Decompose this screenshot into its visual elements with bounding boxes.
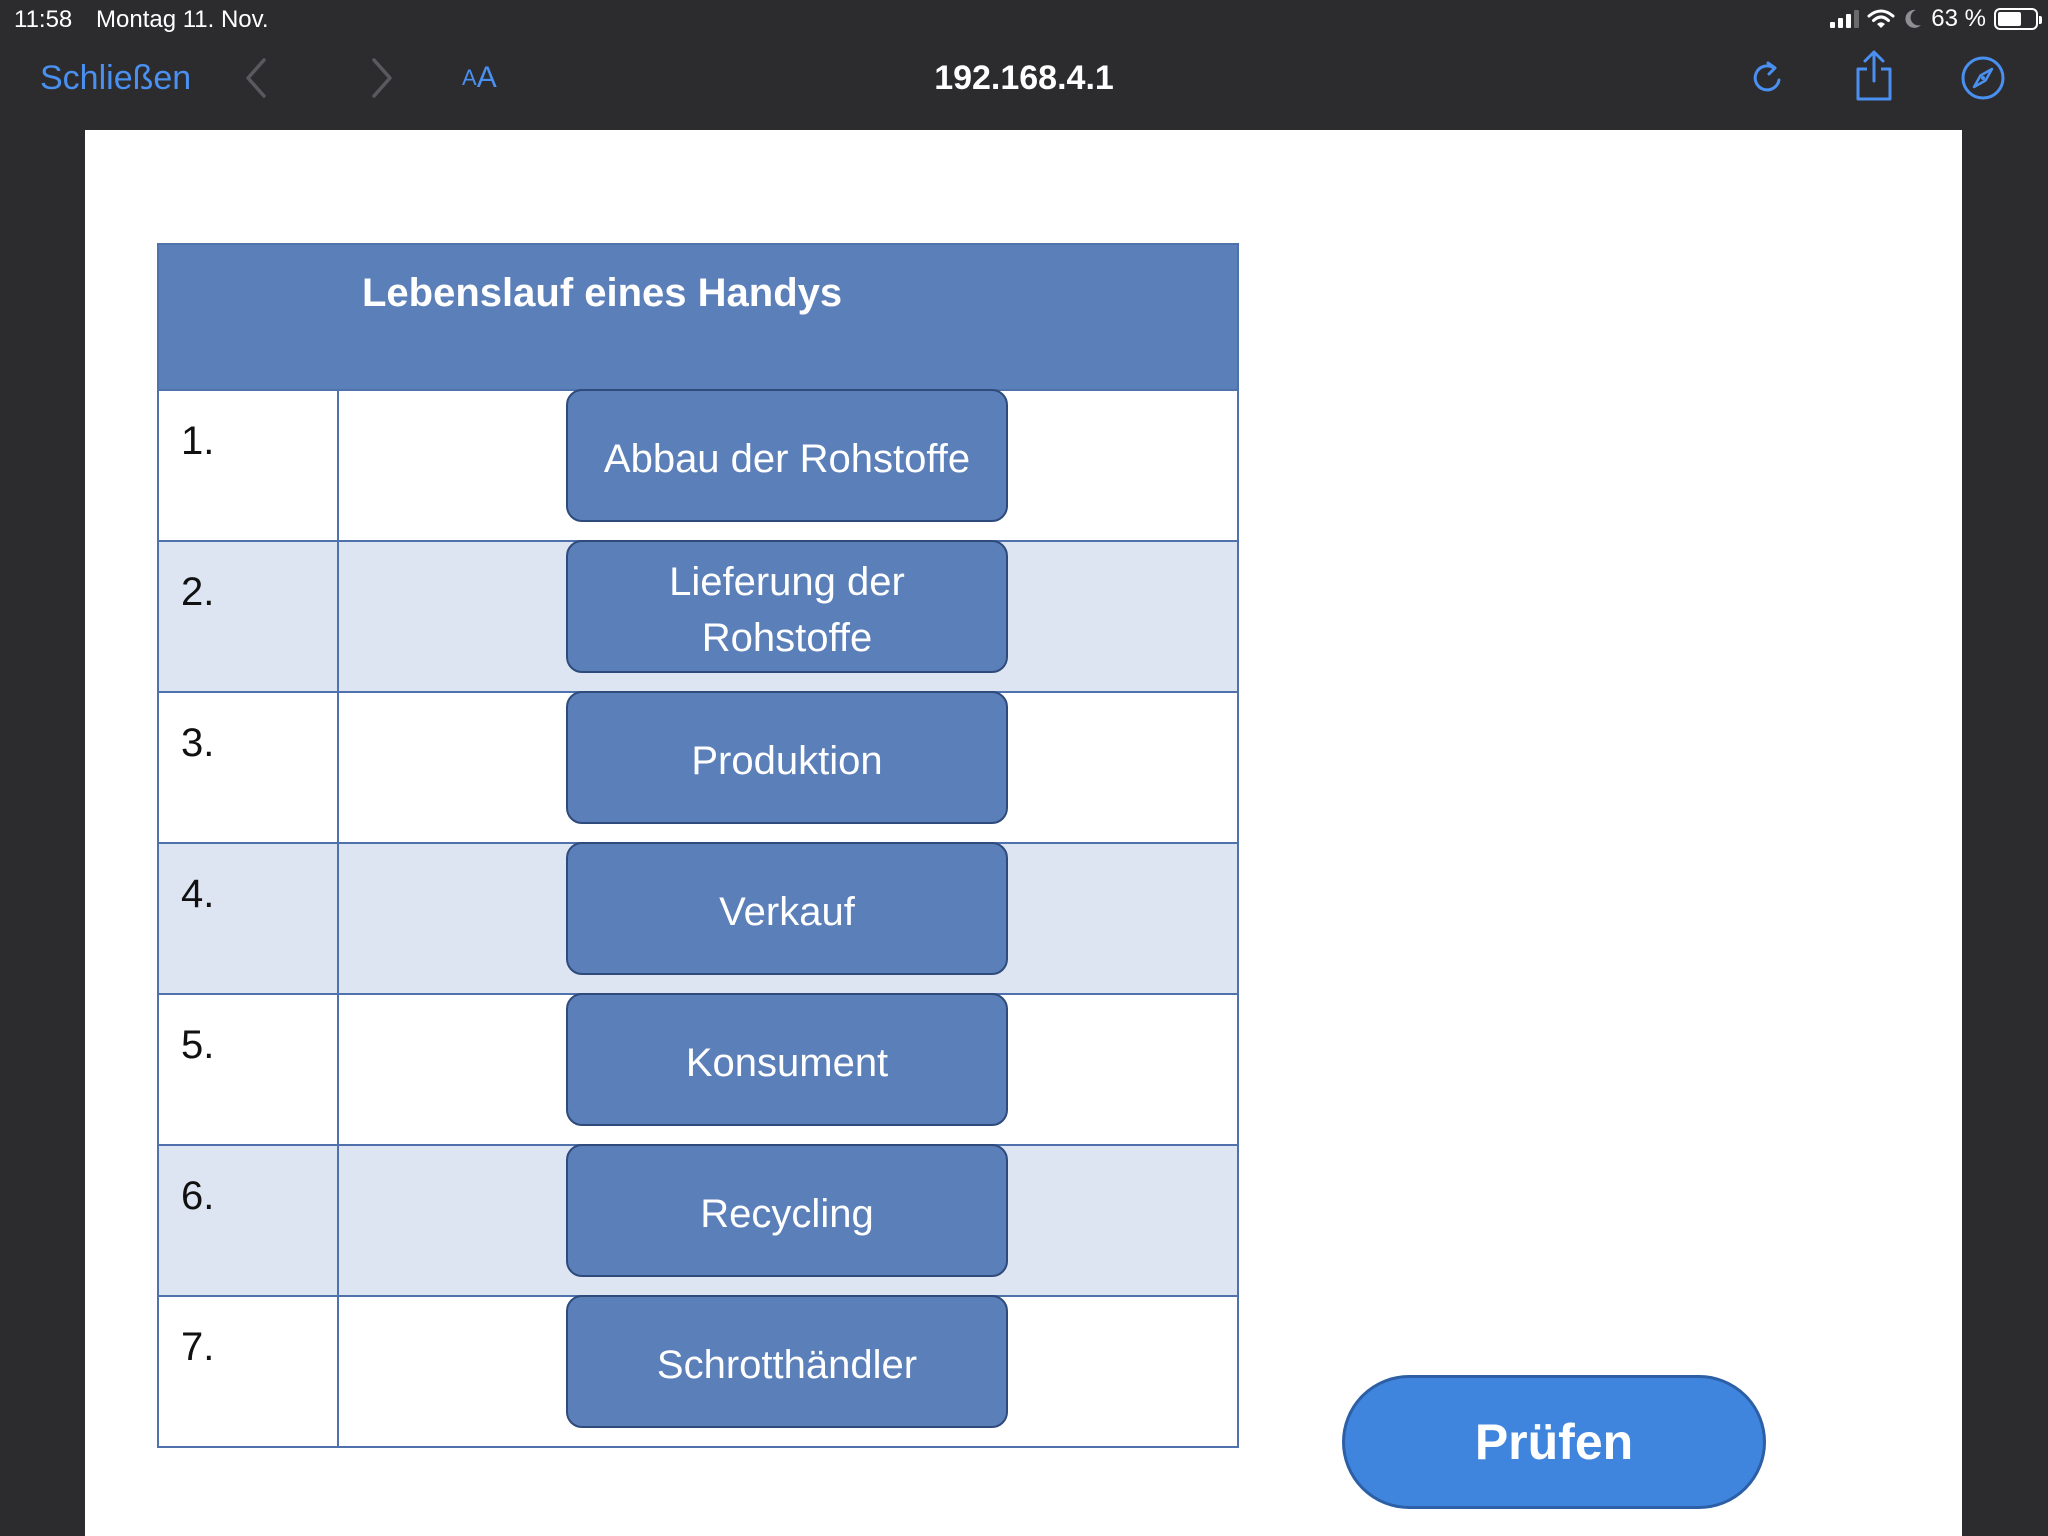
- table-row: 2. Lieferung der Rohstoffe: [157, 540, 1239, 693]
- status-bar: 11:58 Montag 11. Nov. 63 %: [0, 0, 2048, 38]
- draggable-card[interactable]: Produktion: [566, 691, 1008, 824]
- web-page: Lebenslauf eines Handys 1. Abbau der Roh…: [85, 130, 1962, 1536]
- drop-cell[interactable]: Lieferung der Rohstoffe: [339, 540, 1237, 691]
- battery-icon: [1994, 8, 2042, 30]
- draggable-card[interactable]: Lieferung der Rohstoffe: [566, 540, 1008, 673]
- check-button[interactable]: Prüfen: [1342, 1375, 1766, 1509]
- share-icon: [1856, 50, 1892, 101]
- row-number: 3.: [159, 693, 339, 842]
- share-button[interactable]: [1850, 46, 1898, 106]
- moon-icon: [1905, 9, 1922, 28]
- row-number: 6.: [159, 1146, 339, 1295]
- table-row: 6. Recycling: [157, 1144, 1239, 1297]
- text-size-small-label: A: [462, 65, 477, 90]
- drop-cell[interactable]: Produktion: [339, 691, 1237, 842]
- row-number: 5.: [159, 995, 339, 1144]
- lifecycle-table: Lebenslauf eines Handys 1. Abbau der Roh…: [157, 243, 1239, 1448]
- draggable-card[interactable]: Schrotthändler: [566, 1295, 1008, 1428]
- status-date: Montag 11. Nov.: [96, 6, 269, 33]
- table-row: 4. Verkauf: [157, 842, 1239, 995]
- table-row: 5. Konsument: [157, 993, 1239, 1146]
- forward-button[interactable]: [362, 52, 402, 104]
- drop-cell[interactable]: Abbau der Rohstoffe: [339, 389, 1237, 540]
- table-row: 7. Schrotthändler: [157, 1295, 1239, 1448]
- drop-cell[interactable]: Verkauf: [339, 842, 1237, 993]
- status-time: 11:58: [14, 6, 73, 33]
- reload-button[interactable]: [1744, 52, 1792, 104]
- text-size-button[interactable]: AA: [462, 56, 497, 100]
- row-number: 4.: [159, 844, 339, 993]
- row-number: 7.: [159, 1297, 339, 1446]
- text-size-large-label: A: [476, 61, 497, 94]
- draggable-card[interactable]: Verkauf: [566, 842, 1008, 975]
- drop-cell[interactable]: Recycling: [339, 1144, 1237, 1295]
- draggable-card[interactable]: Abbau der Rohstoffe: [566, 389, 1008, 522]
- draggable-card[interactable]: Konsument: [566, 993, 1008, 1126]
- draggable-card[interactable]: Recycling: [566, 1144, 1008, 1277]
- table-header: Lebenslauf eines Handys: [157, 243, 1239, 391]
- table-title: Lebenslauf eines Handys: [362, 271, 843, 315]
- address-bar[interactable]: 192.168.4.1: [934, 59, 1114, 97]
- table-row: 1. Abbau der Rohstoffe: [157, 389, 1239, 542]
- wifi-icon: [1867, 9, 1895, 28]
- browser-toolbar: Schließen AA 192.168.4.1: [0, 38, 2048, 128]
- drop-cell[interactable]: Konsument: [339, 993, 1237, 1144]
- table-row: 3. Produktion: [157, 691, 1239, 844]
- chevron-left-icon: [246, 58, 266, 98]
- reload-icon: [1753, 61, 1781, 92]
- back-button[interactable]: [236, 52, 276, 104]
- row-number: 1.: [159, 391, 339, 540]
- close-button[interactable]: Schließen: [40, 56, 191, 100]
- row-number: 2.: [159, 542, 339, 691]
- chevron-right-icon: [372, 58, 392, 98]
- open-in-safari-button[interactable]: [1958, 52, 2008, 104]
- status-indicators: 63 %: [1830, 4, 2042, 34]
- cellular-signal-icon: [1830, 10, 1860, 28]
- battery-percent: 63 %: [1931, 5, 1986, 32]
- drop-cell[interactable]: Schrotthändler: [339, 1295, 1237, 1446]
- compass-icon: [1961, 56, 2005, 100]
